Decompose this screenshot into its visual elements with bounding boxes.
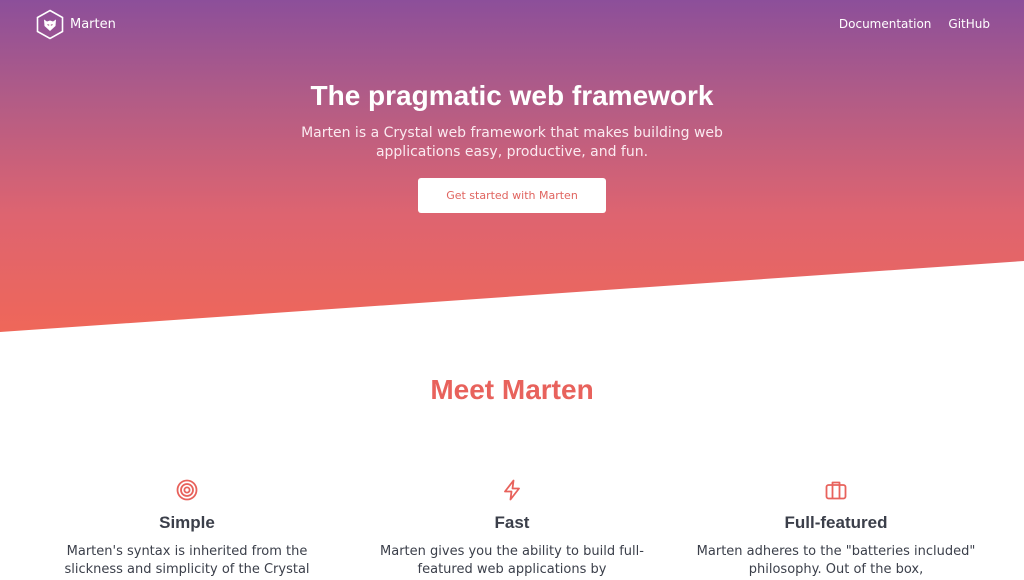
target-icon xyxy=(176,479,198,501)
lightning-icon xyxy=(504,479,520,501)
briefcase-icon xyxy=(825,481,847,500)
marten-logo-icon xyxy=(36,9,64,39)
feature-text: Marten's syntax is inherited from the sl… xyxy=(64,544,310,577)
feature-title: Full-featured xyxy=(784,513,888,532)
feature-title: Fast xyxy=(494,513,530,532)
brand-link[interactable]: Marten xyxy=(36,8,116,40)
feature-fast: Fast Marten gives you the ability to bui… xyxy=(362,478,662,579)
get-started-button[interactable]: Get started with Marten xyxy=(418,178,606,213)
feature-full-featured: Full-featured Marten adheres to the "bat… xyxy=(686,478,986,579)
hero-title: The pragmatic web framework xyxy=(310,80,714,111)
feature-simple: Simple Marten's syntax is inherited from… xyxy=(37,478,337,579)
section-title: Meet Marten xyxy=(430,374,594,405)
hero-background xyxy=(0,0,1024,332)
nav-link-documentation[interactable]: Documentation xyxy=(839,17,932,31)
hero-subtitle: Marten is a Crystal web framework that m… xyxy=(301,125,723,160)
nav-link-github[interactable]: GitHub xyxy=(948,17,990,31)
nav-links: Documentation GitHub xyxy=(839,17,990,31)
navbar: Marten Documentation GitHub xyxy=(0,0,1024,48)
brand-name: Marten xyxy=(70,16,116,32)
feature-title: Simple xyxy=(159,513,215,532)
feature-text: Marten adheres to the "batteries include… xyxy=(696,544,976,577)
feature-text: Marten gives you the ability to build fu… xyxy=(380,544,644,577)
